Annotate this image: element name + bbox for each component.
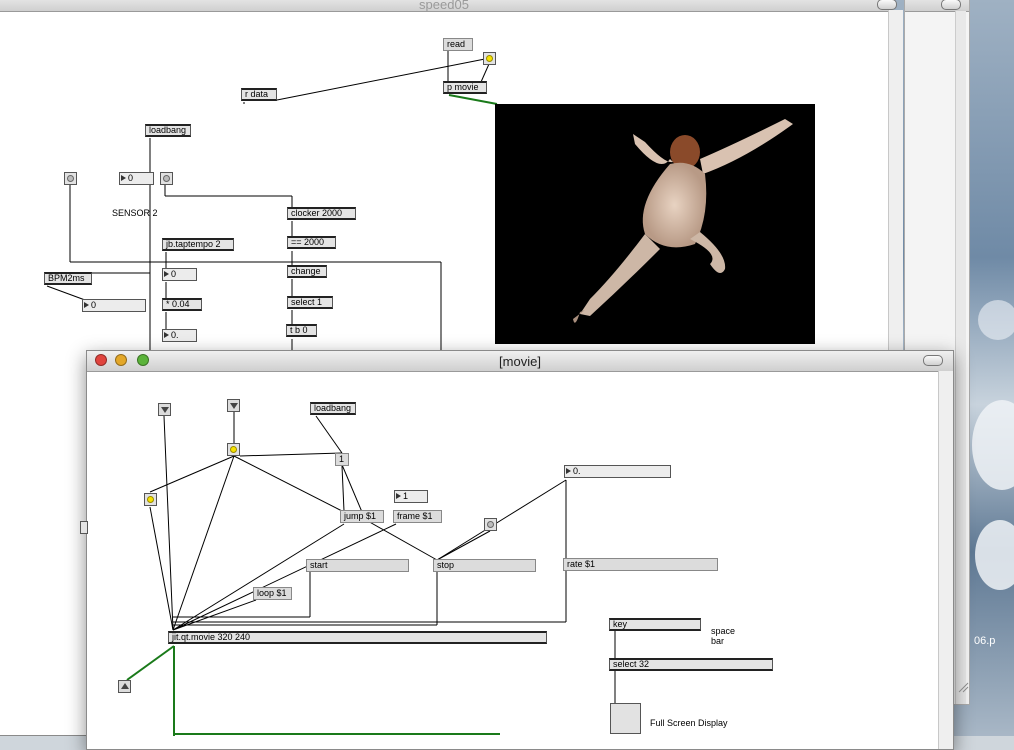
space-bar-comment: space bar [711,626,736,646]
number-box[interactable]: 0 [119,172,154,185]
key-object[interactable]: key [609,618,701,631]
desktop-file-label[interactable]: 06.p [974,636,995,647]
hidden-object[interactable] [80,521,88,534]
zoom-button[interactable] [923,355,943,366]
window-title: [movie] [499,354,541,369]
inlet[interactable] [227,399,240,412]
trigger-object[interactable]: t b 0 [286,324,317,337]
float-number-box[interactable]: 0. [162,329,197,342]
read-message[interactable]: read [443,38,473,51]
bang-button[interactable] [144,493,157,506]
scrollbar[interactable] [938,371,953,749]
movie-video-display [495,104,815,344]
sensor-comment: SENSOR 2 [112,208,158,218]
number-box[interactable]: 0. [564,465,671,478]
zoom-button[interactable] [877,0,897,10]
select-32-object[interactable]: select 32 [609,658,773,671]
loadbang-object[interactable]: loadbang [145,124,191,137]
r-data-object[interactable]: r data [241,88,277,101]
number-box[interactable]: 0 [162,268,197,281]
dancer-image [573,119,793,323]
inlet[interactable] [158,403,171,416]
bang-button[interactable] [483,52,496,65]
outlet[interactable] [118,680,131,693]
start-message[interactable]: start [306,559,409,572]
window-title: speed05 [419,0,469,12]
rate-message[interactable]: rate $1 [563,558,718,571]
number-box[interactable]: 1 [394,490,428,503]
bang-button[interactable] [160,172,173,185]
bang-button[interactable] [64,172,77,185]
bang-button[interactable] [484,518,497,531]
movie-window: [movie] [86,350,954,750]
bpm2ms-object[interactable]: BPM2ms [44,272,92,285]
select-object[interactable]: select 1 [287,296,333,309]
bang-button[interactable] [227,443,240,456]
number-box[interactable]: 0 [82,299,146,312]
taptempo-object[interactable]: jb.taptempo 2 [162,238,234,251]
zoom-button[interactable] [941,0,961,10]
multiply-object[interactable]: * 0.04 [162,298,202,311]
resize-grip[interactable] [957,680,969,693]
loadbang-object[interactable]: loadbang [310,402,356,415]
one-message[interactable]: 1 [335,453,349,466]
stop-message[interactable]: stop [433,559,536,572]
fullscreen-toggle[interactable] [610,703,641,734]
fullscreen-comment: Full Screen Display [650,718,728,728]
equals-object[interactable]: == 2000 [287,236,336,249]
p-movie-object[interactable]: p movie [443,81,487,94]
clocker-object[interactable]: clocker 2000 [287,207,356,220]
jit-qt-movie-object[interactable]: jit.qt.movie 320 240 [168,631,547,644]
frame-message[interactable]: frame $1 [393,510,442,523]
change-object[interactable]: change [287,265,327,278]
loop-message[interactable]: loop $1 [253,587,292,600]
jump-message[interactable]: jump $1 [340,510,384,523]
